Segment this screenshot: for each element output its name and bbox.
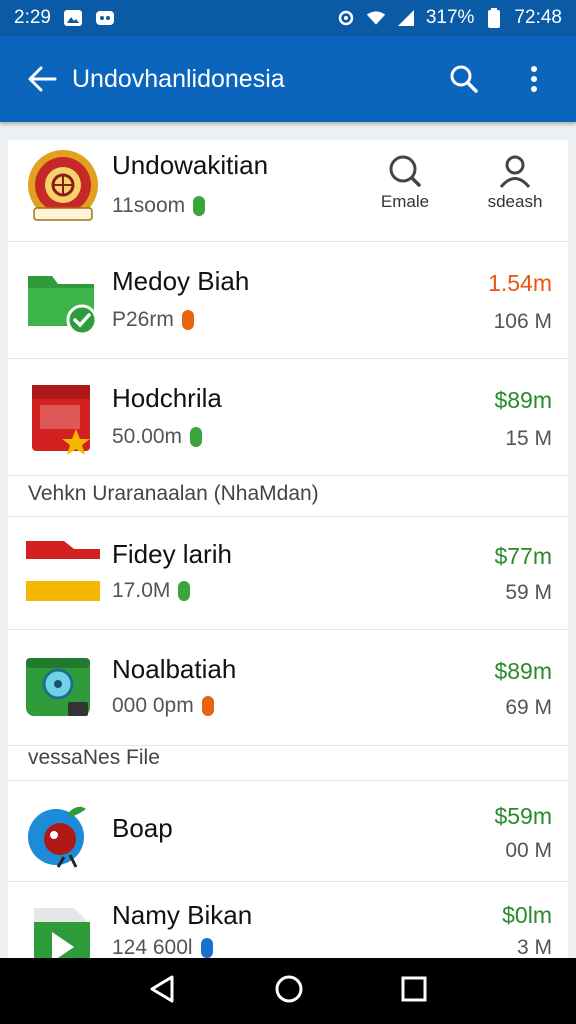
recents-button-icon[interactable] bbox=[400, 975, 428, 1008]
profile-action-button[interactable]: sdeash bbox=[470, 154, 560, 212]
flag-icon bbox=[24, 535, 100, 611]
header-name: Undowakitian bbox=[112, 150, 269, 180]
item-size: 59 M bbox=[505, 581, 552, 604]
header-sub: 11soom bbox=[112, 194, 206, 218]
status-pill-icon bbox=[200, 938, 213, 958]
item-price: $89m bbox=[494, 658, 552, 684]
wifi-icon bbox=[366, 9, 386, 27]
item-sub-text: 000 0pm bbox=[112, 694, 194, 717]
search-icon bbox=[389, 155, 421, 187]
item-price: $0lm bbox=[502, 902, 552, 928]
header-sub-text: 11soom bbox=[112, 194, 186, 217]
battery-percent: 317% bbox=[425, 7, 475, 28]
list-item[interactable]: Namy Bikan 124 600l $0lm 3 M bbox=[8, 882, 568, 958]
item-name: Namy Bikan bbox=[112, 900, 253, 930]
app-bar: Undovhanlidonesia bbox=[0, 36, 576, 122]
item-price: $77m bbox=[494, 543, 552, 569]
back-button-icon[interactable] bbox=[148, 974, 178, 1009]
email-action-button[interactable]: Emale bbox=[360, 154, 450, 212]
item-sub: 124 600l bbox=[112, 936, 213, 958]
emblem-logo bbox=[26, 148, 102, 224]
back-arrow-icon[interactable] bbox=[20, 57, 64, 101]
list-item[interactable]: Hodchrila 50.00m $89m 15 M bbox=[8, 359, 568, 476]
list-item[interactable]: Boap $59m 00 M bbox=[8, 780, 568, 882]
list-item[interactable]: Noalbatiah 000 0pm $89m 69 M bbox=[8, 630, 568, 746]
folder-icon bbox=[24, 262, 100, 338]
item-sub: P26rm bbox=[112, 308, 194, 332]
system-nav-bar bbox=[0, 958, 576, 1024]
item-price: 1.54m bbox=[488, 270, 552, 296]
list-item[interactable]: Fidey larih 17.0M $77m 59 M bbox=[8, 516, 568, 630]
video-file-icon bbox=[24, 902, 100, 958]
item-sub-text: 50.00m bbox=[112, 425, 183, 448]
home-button-icon[interactable] bbox=[274, 974, 304, 1009]
battery-icon bbox=[484, 8, 504, 28]
status-bar: 2:29 317% 72:48 bbox=[0, 0, 576, 36]
header-row[interactable]: Undowakitian 11soom Emale sdeash bbox=[8, 140, 568, 242]
item-sub-text: P26rm bbox=[112, 308, 174, 331]
item-name: Medoy Biah bbox=[112, 266, 250, 296]
alarm-icon bbox=[336, 9, 356, 27]
item-size: 106 M bbox=[493, 310, 552, 333]
camera-app-icon bbox=[24, 652, 100, 728]
item-size: 00 M bbox=[505, 839, 552, 862]
item-name: Noalbatiah bbox=[112, 654, 237, 684]
item-size: 3 M bbox=[516, 936, 552, 958]
game-notification-icon bbox=[95, 9, 115, 27]
item-price: $89m bbox=[494, 387, 552, 413]
section-header: vessaNes File bbox=[28, 746, 160, 769]
document-app-icon bbox=[24, 381, 100, 457]
section-header: Vehkn Uraranaalan (NhaMdan) bbox=[28, 482, 319, 505]
email-action-label: Emale bbox=[380, 192, 430, 211]
list-item[interactable]: Medoy Biah P26rm 1.54m 106 M bbox=[8, 242, 568, 359]
status-pill-icon bbox=[193, 196, 206, 216]
status-time-left: 2:29 bbox=[14, 7, 51, 28]
item-size: 69 M bbox=[505, 696, 552, 719]
signal-icon bbox=[396, 9, 416, 27]
status-time-right: 72:48 bbox=[514, 7, 562, 28]
item-sub-text: 17.0M bbox=[112, 579, 171, 602]
person-icon bbox=[499, 155, 531, 188]
item-sub: 000 0pm bbox=[112, 694, 214, 718]
item-size: 15 M bbox=[505, 427, 552, 450]
item-name: Hodchrila bbox=[112, 383, 222, 413]
search-icon[interactable] bbox=[442, 57, 486, 101]
item-sub: 50.00m bbox=[112, 425, 203, 449]
status-pill-icon bbox=[201, 696, 214, 716]
content-card: Undowakitian 11soom Emale sdeash Medoy B… bbox=[8, 140, 568, 958]
fruit-app-icon bbox=[24, 795, 100, 871]
image-notification-icon bbox=[63, 9, 83, 27]
item-sub: 17.0M bbox=[112, 579, 191, 603]
status-pill-icon bbox=[181, 310, 194, 330]
item-sub-text: 124 600l bbox=[112, 936, 193, 958]
app-bar-title: Undovhanlidonesia bbox=[72, 64, 285, 93]
status-pill-icon bbox=[178, 581, 191, 601]
item-name: Fidey larih bbox=[112, 539, 232, 569]
status-pill-icon bbox=[190, 427, 203, 447]
item-price: $59m bbox=[494, 803, 552, 829]
overflow-menu-icon[interactable] bbox=[512, 57, 556, 101]
profile-action-label: sdeash bbox=[487, 192, 543, 211]
item-name: Boap bbox=[112, 813, 173, 843]
